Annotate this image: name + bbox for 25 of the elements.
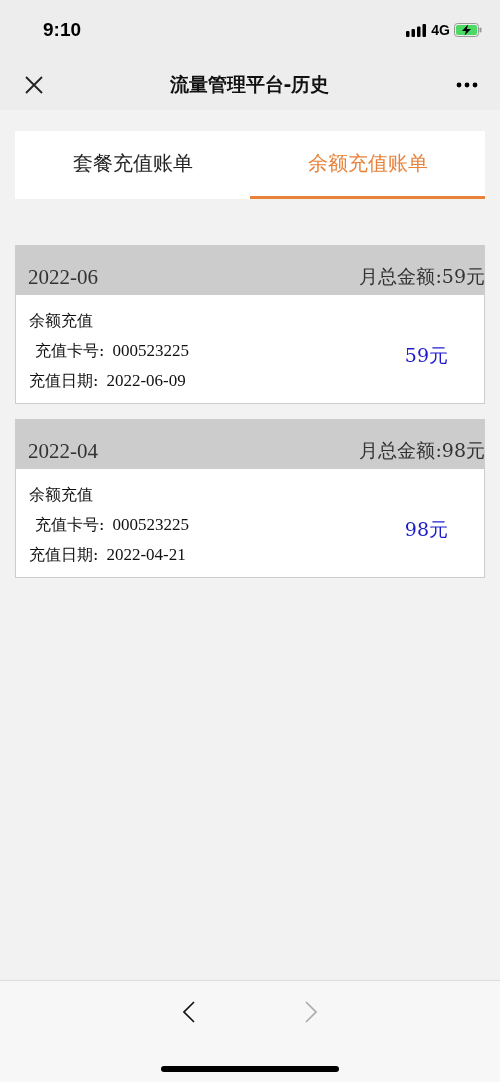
month-label: 2022-06: [28, 265, 98, 290]
status-time: 9:10: [43, 19, 82, 41]
battery-charging-icon: [454, 23, 482, 37]
signal-icon: [406, 23, 428, 37]
recharge-date: 2022-04-21: [106, 544, 186, 566]
card-number-label: 充值卡号:: [35, 340, 105, 362]
recharge-date: 2022-06-09: [106, 370, 186, 392]
card-number: 000523225: [112, 514, 189, 536]
card-number: 000523225: [112, 340, 189, 362]
network-label: 4G: [431, 22, 450, 38]
amount: 59元: [404, 343, 448, 368]
amount: 98元: [404, 517, 448, 542]
month-total: 月总金额:98元: [359, 438, 485, 463]
close-icon[interactable]: [25, 76, 43, 94]
page-title: 流量管理平台-历史: [169, 72, 330, 97]
card-number-label: 充值卡号:: [35, 514, 105, 536]
more-icon[interactable]: [456, 82, 478, 88]
record-type: 余额充值: [29, 310, 94, 332]
month-label: 2022-04: [28, 439, 98, 464]
date-label: 充值日期:: [29, 544, 99, 566]
tab[interactable]: 套餐充值账单: [15, 131, 250, 199]
month-total: 月总金额:59元: [359, 264, 485, 289]
date-label: 充值日期:: [29, 370, 99, 392]
record-type: 余额充值: [29, 484, 94, 506]
back-icon[interactable]: [183, 1001, 195, 1023]
